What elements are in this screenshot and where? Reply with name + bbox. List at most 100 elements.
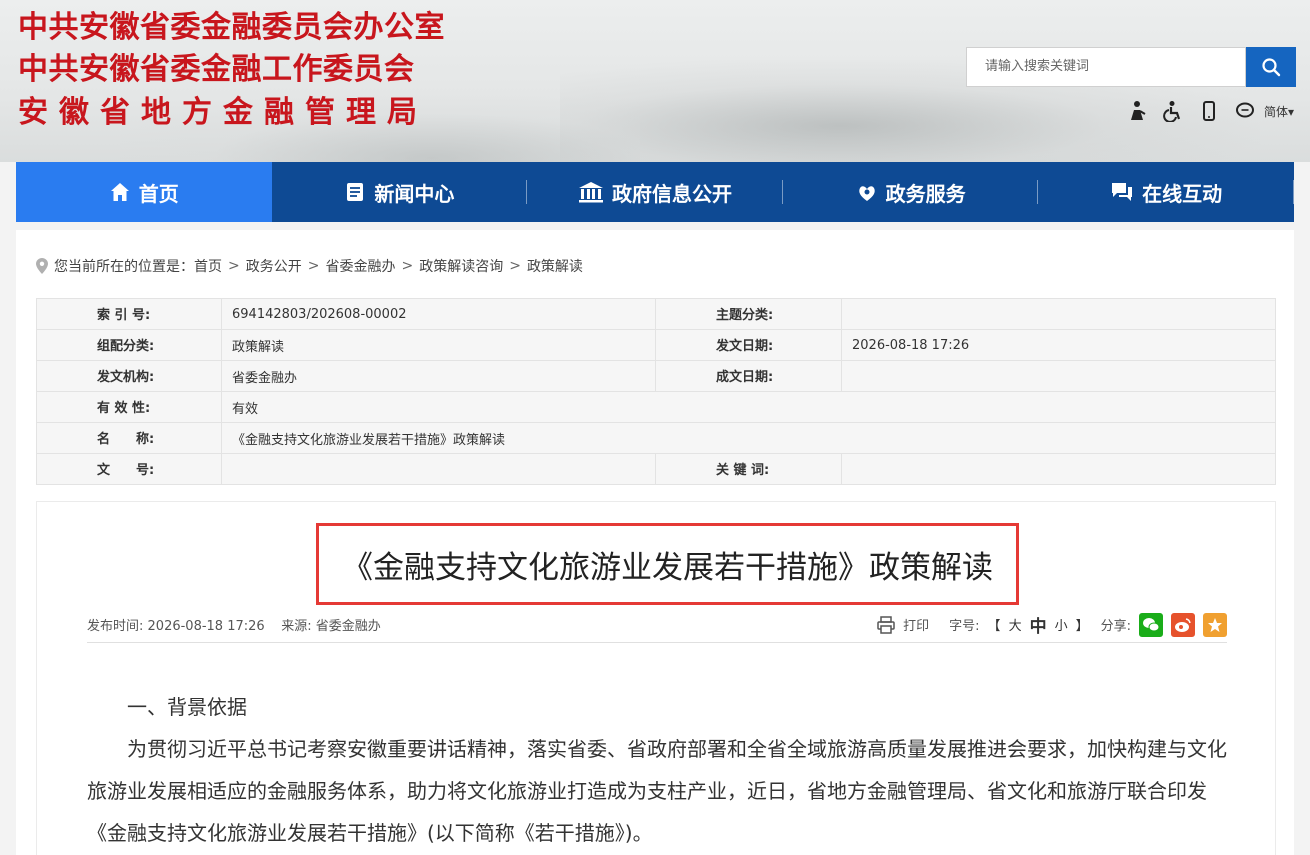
accessibility-button[interactable] — [1160, 98, 1186, 124]
font-size-small[interactable]: 小 — [1055, 615, 1068, 634]
print-label: 打印 — [903, 619, 930, 634]
org-name-line-2: 中共安徽省委金融工作委员会 — [18, 52, 415, 87]
content-panel: 您当前所在的位置是： 首页 > 政务公开 > 省委金融办 > 政策解读咨询 > … — [16, 230, 1294, 855]
star-icon — [1208, 617, 1222, 632]
org-name-line-1: 中共安徽省委金融委员会办公室 — [18, 10, 445, 45]
print-button[interactable]: 打印 — [877, 615, 929, 634]
article: 《金融支持文化旅游业发展若干措施》政策解读 发布时间: 2026-08-18 1… — [36, 501, 1276, 855]
section-heading: 一、背景依据 — [127, 695, 247, 719]
breadcrumb-separator: > — [509, 258, 521, 274]
article-actions: 打印 字号: 【 大 中 小 】 分享: — [869, 612, 1227, 637]
meta-label: 发文机构: — [36, 360, 222, 392]
meta-label: 有 效 性: — [36, 391, 222, 423]
nav-service-label: 政务服务 — [885, 181, 966, 206]
nav-home-label: 首页 — [138, 181, 179, 206]
document-meta-table: 索 引 号: 694142803/202608-00002 主题分类: 组配分类… — [36, 298, 1276, 485]
search-button[interactable] — [1246, 47, 1296, 87]
meta-label: 成文日期: — [655, 360, 842, 392]
share-wechat-button[interactable] — [1139, 612, 1163, 637]
breadcrumb-separator: > — [228, 258, 240, 274]
meta-value — [841, 360, 1276, 392]
nav-gov-info[interactable]: 政府信息公开 — [527, 162, 783, 222]
meta-value: 694142803/202608-00002 — [221, 298, 656, 330]
share-weibo-button[interactable] — [1171, 612, 1195, 637]
mobile-icon — [1203, 101, 1215, 121]
font-bracket-open: 【 — [987, 619, 1001, 634]
breadcrumb-item[interactable]: 首页 — [194, 256, 222, 276]
table-row: 文 号: 关 键 词: — [36, 453, 1276, 485]
site-header: 中共安徽省委金融委员会办公室 中共安徽省委金融工作委员会 安徽省地方金融管理局 … — [0, 0, 1310, 162]
font-size-label: 字号: — [949, 619, 980, 634]
breadcrumb-separator: > — [401, 258, 414, 274]
article-title: 《金融支持文化旅游业发展若干措施》政策解读 — [316, 523, 1019, 605]
nav-home[interactable]: 首页 — [16, 162, 272, 222]
table-row: 组配分类: 政策解读 发文日期: 2026-08-18 17:26 — [36, 329, 1276, 361]
wechat-icon — [1143, 617, 1160, 631]
nav-separator — [1292, 180, 1294, 204]
breadcrumb-item[interactable]: 省委金融办 — [325, 256, 395, 276]
meta-value: 2026-08-18 17:26 — [841, 329, 1276, 361]
wechat-button[interactable] — [1232, 98, 1258, 124]
article-body: 一、背景依据 为贯彻习近平总书记考察安徽重要讲话精神，落实省委、省政府部署和全省… — [87, 686, 1227, 854]
weibo-icon — [1175, 617, 1191, 632]
meta-label: 文 号: — [36, 453, 222, 485]
printer-icon — [877, 615, 895, 634]
chevron-down-icon: ▾ — [1288, 104, 1295, 119]
meta-value: 政策解读 — [221, 329, 656, 361]
publish-time: 2026-08-18 17:26 — [147, 619, 265, 634]
meta-value — [841, 453, 1276, 485]
meta-label: 索 引 号: — [36, 298, 222, 330]
meta-value: 有效 — [221, 391, 1276, 423]
elder-care-button[interactable] — [1124, 98, 1150, 124]
wechat-icon — [1236, 102, 1254, 118]
meta-label: 发文日期: — [655, 329, 842, 361]
nav-news[interactable]: 新闻中心 — [272, 162, 528, 222]
source-label: 来源: — [281, 619, 312, 634]
nav-news-label: 新闻中心 — [374, 181, 455, 206]
meta-label: 关 键 词: — [655, 453, 842, 485]
meta-value — [221, 453, 656, 485]
nav-interaction-label: 在线互动 — [1142, 181, 1223, 206]
table-row: 发文机构: 省委金融办 成文日期: — [36, 360, 1276, 392]
meta-label: 组配分类: — [36, 329, 222, 361]
accessibility-icon — [1163, 101, 1181, 122]
font-size-large[interactable]: 大 — [1009, 615, 1022, 634]
location-pin-icon — [36, 258, 48, 274]
chat-icon — [1112, 183, 1133, 201]
language-label: 简体 — [1264, 104, 1289, 119]
breadcrumb-separator: > — [307, 258, 320, 274]
search-input[interactable]: 请输入搜索关键词 — [966, 47, 1246, 87]
breadcrumb-item[interactable]: 政策解读 — [527, 256, 583, 276]
share-favorite-button[interactable] — [1203, 612, 1227, 637]
search-icon — [1262, 58, 1281, 77]
home-icon — [110, 183, 129, 201]
government-icon — [578, 182, 603, 203]
font-size-medium[interactable]: 中 — [1030, 612, 1047, 637]
header-tools: 简体▾ — [1124, 98, 1294, 124]
meta-label: 主题分类: — [655, 298, 842, 330]
meta-value: 《金融支持文化旅游业发展若干措施》政策解读 — [221, 422, 1276, 454]
share-label: 分享: — [1100, 619, 1131, 634]
divider — [87, 642, 1227, 643]
meta-label: 名 称: — [36, 422, 222, 454]
language-switch[interactable]: 简体▾ — [1264, 103, 1294, 120]
breadcrumb-prefix: 您当前所在的位置是： — [54, 259, 194, 275]
elder-care-icon — [1131, 101, 1146, 120]
meta-value — [841, 298, 1276, 330]
breadcrumb-item[interactable]: 政策解读咨询 — [419, 256, 503, 276]
nav-interaction[interactable]: 在线互动 — [1038, 162, 1294, 222]
nav-service[interactable]: 政务服务 — [783, 162, 1039, 222]
article-meta: 发布时间: 2026-08-18 17:26 来源: 省委金融办 — [87, 615, 381, 634]
meta-value: 省委金融办 — [221, 360, 656, 392]
publish-label: 发布时间: — [87, 619, 144, 634]
main-nav: 首页 新闻中心 政府信息公开 政务服务 在线互动 — [16, 162, 1294, 222]
article-info-bar: 发布时间: 2026-08-18 17:26 来源: 省委金融办 打印 字号: … — [87, 612, 1227, 637]
org-name-line-3: 安徽省地方金融管理局 — [18, 95, 428, 130]
source-value: 省委金融办 — [315, 619, 381, 634]
news-icon — [347, 183, 364, 201]
paragraph: 为贯彻习近平总书记考察安徽重要讲话精神，落实省委、省政府部署和全省全域旅游高质量… — [87, 737, 1227, 845]
table-row: 名 称: 《金融支持文化旅游业发展若干措施》政策解读 — [36, 422, 1276, 454]
nav-gov-info-label: 政府信息公开 — [611, 181, 732, 206]
mobile-button[interactable] — [1196, 98, 1222, 124]
breadcrumb-item[interactable]: 政务公开 — [246, 256, 302, 276]
